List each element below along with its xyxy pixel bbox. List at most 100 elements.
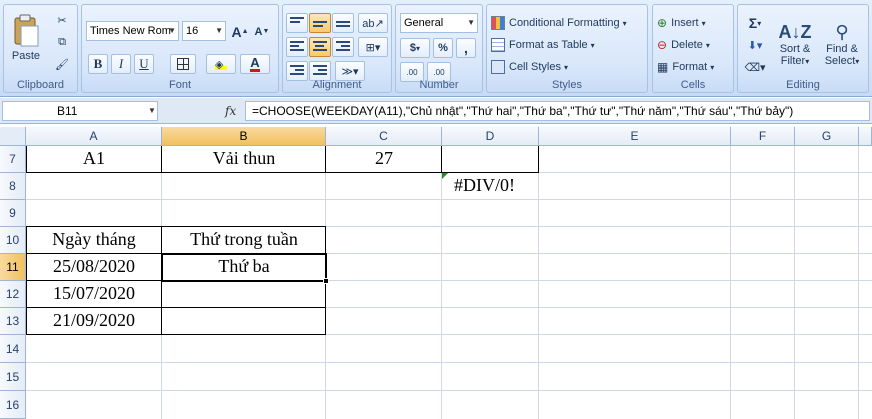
number-format-select[interactable]: General ▼	[400, 13, 478, 33]
fill-handle[interactable]	[323, 278, 329, 284]
editing-group: Σ ▾ ⬇▾ ⌫▾ A↓Z Sort & Filter▾ ⚲ Find & Sel…	[737, 4, 869, 93]
cell-styles-button[interactable]: Cell Styles ▾	[490, 57, 645, 77]
font-label: Font	[168, 79, 191, 91]
border-icon	[177, 58, 189, 70]
cell-a12[interactable]: 15/07/2020	[26, 283, 162, 304]
row-header-13[interactable]: 13	[0, 308, 26, 335]
fx-icon[interactable]: fx	[225, 104, 236, 118]
align-top-button[interactable]	[286, 13, 308, 33]
select-all-corner[interactable]	[0, 127, 26, 146]
clear-button[interactable]: ⌫▾	[741, 57, 769, 77]
name-box[interactable]: B11	[2, 101, 158, 121]
row-header-15[interactable]: 15	[0, 363, 26, 391]
alignment-group: ab↗ ⊞▾ ≫▾ Alignment	[282, 4, 392, 93]
align-center-button[interactable]	[309, 37, 331, 57]
italic-button[interactable]: I	[111, 54, 131, 74]
grid-line	[794, 146, 795, 419]
font-size-select[interactable]: 16 ▼	[182, 21, 226, 41]
decrease-indent-button[interactable]	[286, 61, 308, 81]
chevron-down-icon: ▼	[467, 18, 475, 27]
column-header-f[interactable]: F	[731, 127, 795, 146]
align-bottom-button[interactable]	[332, 13, 354, 33]
cell-b10[interactable]: Thứ trong tuần	[162, 229, 326, 250]
column-header-c[interactable]: C	[326, 127, 442, 146]
table-divider	[26, 307, 326, 308]
cut-icon[interactable]: ✂	[52, 11, 72, 29]
ribbon: Paste ✂ ⧉ 🖌 Clipboard Times New Rom ▼ 16 ▼…	[0, 0, 872, 97]
font-color-button[interactable]: A	[240, 54, 270, 74]
underline-button[interactable]: U	[134, 54, 154, 74]
wrap-text-button[interactable]: ≫▾	[335, 61, 365, 81]
cell-d8[interactable]: #DIV/0!	[442, 175, 539, 196]
bold-button[interactable]: B	[88, 54, 108, 74]
column-header-b[interactable]: B	[162, 127, 326, 146]
chevron-down-icon: ▼	[215, 26, 223, 35]
autosum-button[interactable]: Σ ▾	[741, 13, 769, 33]
format-painter-icon[interactable]: 🖌	[52, 55, 72, 73]
font-name-select[interactable]: Times New Rom ▼	[86, 21, 179, 41]
row-header-7[interactable]: 7	[0, 146, 26, 173]
comma-button[interactable]: ,	[456, 38, 476, 58]
row-header-14[interactable]: 14	[0, 335, 26, 363]
formula-bar: B11 ▼ fx =CHOOSE(WEEKDAY(A11),"Chủ nhật"…	[0, 98, 872, 124]
copy-icon[interactable]: ⧉	[52, 33, 72, 51]
binoculars-icon: ⚲	[835, 21, 849, 42]
row-header-10[interactable]: 10	[0, 227, 26, 254]
find-select-button[interactable]: ⚲ Find & Select▾	[818, 9, 866, 79]
grid-line	[26, 199, 872, 200]
cell-a11[interactable]: 25/08/2020	[26, 256, 162, 277]
sort-filter-button[interactable]: A↓Z Sort & Filter▾	[774, 9, 816, 79]
row-header-9[interactable]: 9	[0, 200, 26, 227]
border-button[interactable]	[170, 54, 196, 74]
row-header-16[interactable]: 16	[0, 391, 26, 419]
eraser-icon: ⌫▾	[744, 61, 766, 74]
row-header-11[interactable]: 11	[0, 254, 26, 281]
column-header-d[interactable]: D	[442, 127, 539, 146]
percent-button[interactable]: %	[433, 38, 453, 58]
currency-button[interactable]: $ ▾	[400, 38, 430, 58]
cell-a10[interactable]: Ngày tháng	[26, 229, 162, 250]
orientation-button[interactable]: ab↗	[358, 13, 388, 33]
cell-b7[interactable]: Vải thun	[162, 148, 326, 169]
grid-line	[730, 146, 731, 419]
conditional-formatting-icon	[491, 16, 505, 30]
name-box-dropdown-icon[interactable]: ▼	[148, 106, 156, 115]
column-header-e[interactable]: E	[539, 127, 731, 146]
paste-button[interactable]: Paste	[7, 8, 45, 68]
cell-a7[interactable]: A1	[26, 148, 162, 169]
cell-c7[interactable]: 27	[326, 148, 442, 169]
cell-styles-icon	[491, 60, 505, 74]
delete-button[interactable]: ⊖ Delete ▾	[656, 35, 732, 55]
format-as-table-button[interactable]: Format as Table ▾	[490, 35, 645, 55]
align-right-button[interactable]	[332, 37, 354, 57]
conditional-formatting-button[interactable]: Conditional Formatting ▾	[490, 13, 645, 33]
fill-color-button[interactable]: ◈	[206, 54, 236, 74]
merge-center-button[interactable]: ⊞▾	[358, 37, 388, 57]
row-header-12[interactable]: 12	[0, 281, 26, 308]
table-icon	[491, 38, 505, 52]
active-cell-selection[interactable]	[161, 253, 327, 282]
clipboard-label: Clipboard	[16, 79, 65, 91]
insert-button[interactable]: ⊕ Insert ▾	[656, 13, 732, 33]
shrink-font-button[interactable]: A ▼	[252, 22, 272, 41]
editing-label: Editing	[786, 79, 820, 91]
orientation-icon: ab↗	[362, 17, 384, 30]
column-header-g[interactable]: G	[795, 127, 859, 146]
row-header-8[interactable]: 8	[0, 173, 26, 200]
paste-label: Paste	[11, 50, 41, 62]
grow-font-button[interactable]: A ▲	[230, 22, 250, 41]
grid-line	[858, 146, 859, 419]
styles-group: Conditional Formatting ▾ Format as Table ▾…	[486, 4, 648, 93]
font-group: Times New Rom ▼ 16 ▼ A ▲ A ▼ B I U ◈ A Font	[81, 4, 279, 93]
increase-indent-button[interactable]	[309, 61, 331, 81]
formula-input[interactable]: =CHOOSE(WEEKDAY(A11),"Chủ nhật","Thứ hai…	[245, 101, 870, 121]
fill-button[interactable]: ⬇▾	[741, 35, 769, 55]
align-bottom-icon	[336, 17, 350, 29]
align-left-button[interactable]	[286, 37, 308, 57]
cell-a13[interactable]: 21/09/2020	[26, 310, 162, 331]
column-header-a[interactable]: A	[26, 127, 162, 146]
insert-icon: ⊕	[657, 16, 668, 30]
fill-color-icon: ◈	[215, 58, 227, 71]
align-middle-button[interactable]	[309, 13, 331, 33]
format-button[interactable]: ▦ Format ▾	[656, 57, 732, 77]
